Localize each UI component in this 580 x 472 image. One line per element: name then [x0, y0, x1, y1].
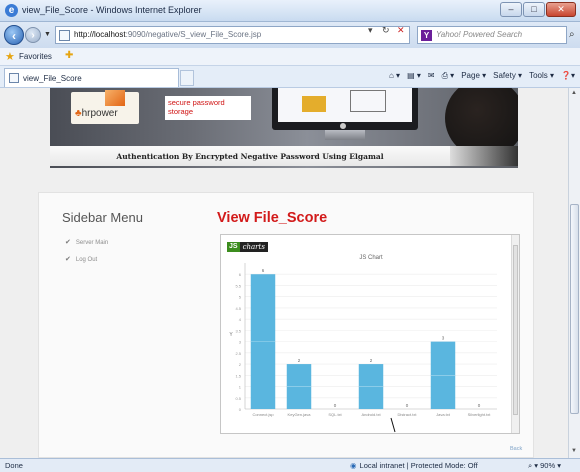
- maximize-button[interactable]: □: [523, 2, 545, 17]
- y-tick-label: 6: [239, 272, 242, 277]
- url-text: http://localhost:9090/negative/S_view_Fi…: [74, 30, 262, 39]
- title-bar: e view_File_Score - Windows Internet Exp…: [0, 0, 580, 22]
- bar-chart: JS Chart 0 0.5 1 1.5 2 2.5 3 3.5 4 4.5 5 5.5 6 Y 6 Conne…: [229, 255, 497, 433]
- scroll-down-icon[interactable]: ▼: [571, 448, 577, 454]
- forward-button[interactable]: ›: [25, 27, 41, 43]
- y-tick-label: 2: [239, 362, 242, 367]
- jscharts-logo: JS charts: [227, 242, 268, 252]
- page-menu[interactable]: Page ▾: [461, 71, 486, 81]
- monitor-stand: [325, 130, 365, 140]
- data-label: 0: [478, 403, 481, 408]
- logo-box-icon: [105, 90, 125, 106]
- y-tick-label: 1.5: [235, 373, 241, 378]
- tab-row: view_File_Score ⌂ ▾ ▤ ▾ ✉ ⎙ ▾ Page ▾ Saf…: [0, 66, 580, 88]
- data-label: 0: [406, 403, 409, 408]
- page-title: View File_Score: [217, 210, 328, 226]
- chart-frame-scrollbar[interactable]: [511, 235, 519, 433]
- y-tick-label: 0.5: [235, 396, 241, 401]
- chart-iframe: JS Chart 0 0.5 1 1.5 2 2.5 3 3.5 4 4.5 5 5.5 6 Y 6 Conne…: [220, 234, 520, 434]
- x-tick-label: Java.txt: [436, 412, 451, 417]
- apple-logo-icon: [340, 123, 346, 129]
- search-icon[interactable]: ⌕: [569, 29, 575, 40]
- hrpower-logo: ♣hrpower: [71, 90, 139, 124]
- x-tick-label: Connect.jsp: [252, 412, 274, 417]
- new-tab-button[interactable]: [180, 70, 194, 86]
- status-bar: Done ◉ Local intranet | Protected Mode: O…: [0, 458, 580, 472]
- scroll-up-icon[interactable]: ▲: [571, 90, 577, 96]
- favorites-button[interactable]: Favorites: [19, 52, 52, 61]
- y-tick-label: 5.5: [235, 283, 241, 288]
- close-window-button[interactable]: ✕: [546, 2, 576, 17]
- page-viewport: ♣hrpower secure password storage Authent…: [0, 88, 568, 458]
- y-tick-label: 1: [239, 385, 242, 390]
- data-label: 0: [334, 403, 337, 408]
- data-label: 2: [370, 358, 373, 363]
- page-scrollbar[interactable]: ▲ ▼: [568, 88, 580, 458]
- x-tick-label: SQL.txt: [328, 412, 342, 417]
- search-placeholder: Yahoo! Powered Search: [436, 30, 523, 39]
- search-input[interactable]: Y Yahoo! Powered Search: [417, 26, 567, 44]
- window-title: view_File_Score - Windows Internet Explo…: [22, 5, 202, 15]
- feeds-icon[interactable]: ▤ ▾: [407, 71, 421, 81]
- ie-logo-icon: e: [5, 4, 18, 17]
- safety-menu[interactable]: Safety ▾: [493, 71, 522, 81]
- chart-title: JS Chart: [359, 255, 383, 261]
- mail-icon[interactable]: ✉: [428, 71, 435, 81]
- scrollbar-thumb[interactable]: [570, 204, 579, 414]
- print-icon[interactable]: ⎙ ▾: [442, 71, 455, 81]
- refresh-button[interactable]: ↻: [382, 25, 390, 36]
- check-icon: ✔: [65, 239, 71, 246]
- monitor-image: [272, 88, 418, 130]
- sidebar-item-server-main[interactable]: ✔ Server Main: [65, 238, 108, 246]
- stop-button[interactable]: ✕: [397, 25, 405, 36]
- sidebar-title: Sidebar Menu: [62, 210, 143, 225]
- zoom-level[interactable]: ⌕ ▾ 90% ▾: [528, 461, 561, 471]
- address-dropdown-icon[interactable]: ▾: [368, 25, 373, 36]
- header-banner: ♣hrpower secure password storage Authent…: [50, 88, 518, 168]
- check-icon: ✔: [65, 256, 71, 263]
- x-tick-label: Silverlight.txt: [468, 412, 492, 417]
- security-zone: ◉ Local intranet | Protected Mode: Off: [350, 461, 478, 470]
- data-label: 6: [262, 268, 265, 273]
- y-tick-label: 2.5: [235, 351, 241, 356]
- tab-page-icon: [9, 73, 19, 83]
- minimize-button[interactable]: –: [500, 2, 522, 17]
- command-bar: ⌂ ▾ ▤ ▾ ✉ ⎙ ▾ Page ▾ Safety ▾ Tools ▾ ❓▾: [389, 71, 575, 81]
- tab-label: view_File_Score: [23, 74, 82, 83]
- y-tick-label: 0: [239, 407, 242, 412]
- mouse-cursor: [390, 417, 396, 433]
- yahoo-logo-icon: Y: [421, 30, 432, 41]
- back-link[interactable]: Back: [510, 446, 522, 452]
- home-icon[interactable]: ⌂ ▾: [389, 71, 400, 81]
- status-text: Done: [5, 461, 23, 470]
- favorites-bar: ★ Favorites ✚: [0, 48, 580, 66]
- data-label: 2: [298, 358, 301, 363]
- y-tick-label: 5: [239, 295, 242, 300]
- y-tick-label: 4: [239, 317, 242, 322]
- x-tick-label: KeyGen.java: [288, 412, 312, 417]
- sidebar-item-log-out[interactable]: ✔ Log Out: [65, 255, 97, 263]
- page-icon: [59, 30, 70, 41]
- y-tick-label: 3.5: [235, 328, 241, 333]
- password-storage-label: secure password storage: [165, 96, 251, 120]
- address-input[interactable]: http://localhost:9090/negative/S_view_Fi…: [55, 26, 410, 44]
- banner-tagline: Authentication By Encrypted Negative Pas…: [116, 152, 384, 161]
- x-tick-label: Android.txt: [361, 412, 381, 417]
- help-icon[interactable]: ❓▾: [561, 71, 575, 81]
- intranet-icon: ◉: [350, 461, 357, 470]
- x-tick-label: Distract.txt: [398, 412, 418, 417]
- tab-view-file-score[interactable]: view_File_Score: [4, 68, 179, 87]
- tools-menu[interactable]: Tools ▾: [529, 71, 554, 81]
- window-controls: – □ ✕: [500, 2, 576, 17]
- y-axis-label: Y: [229, 332, 233, 338]
- back-button[interactable]: ‹: [4, 25, 24, 45]
- data-label: 3: [442, 336, 445, 341]
- favorites-star-icon[interactable]: ★: [5, 50, 15, 63]
- address-toolbar: ‹ › ▼ http://localhost:9090/negative/S_v…: [0, 22, 580, 48]
- history-dropdown-icon[interactable]: ▼: [44, 31, 51, 38]
- y-tick-label: 4.5: [235, 306, 241, 311]
- content-panel: Sidebar Menu ✔ Server Main ✔ Log Out View …: [38, 192, 534, 458]
- y-tick-label: 3: [239, 340, 242, 345]
- add-favorite-icon[interactable]: ✚: [65, 50, 73, 61]
